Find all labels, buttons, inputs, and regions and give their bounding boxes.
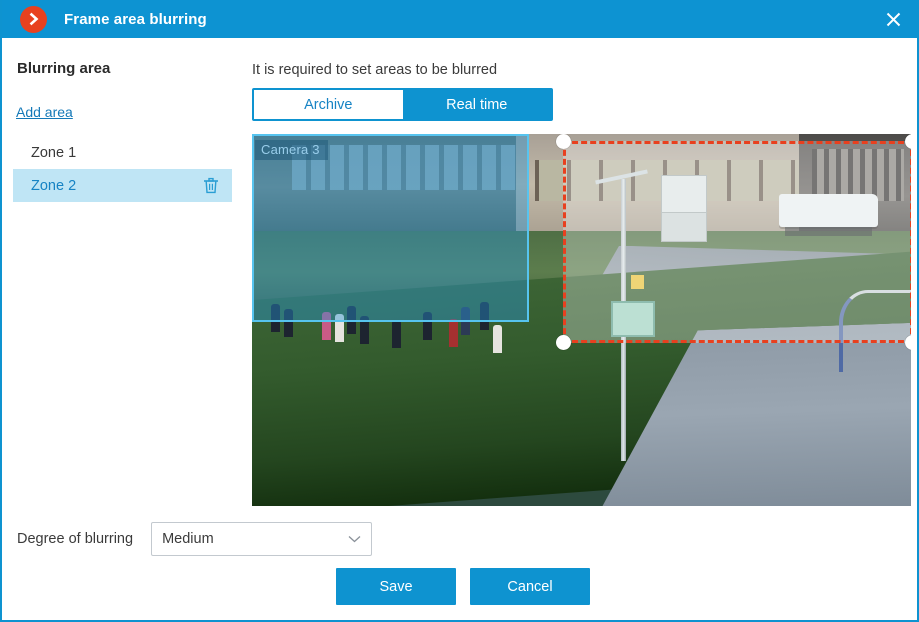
tab-archive[interactable]: Archive xyxy=(254,90,403,119)
degree-of-blurring-label: Degree of blurring xyxy=(17,531,134,547)
frame-area-blurring-dialog: Frame area blurring Blurring area Add ar… xyxy=(0,0,919,622)
zone-item-label: Zone 2 xyxy=(31,177,77,194)
chevron-right-circle-icon xyxy=(20,5,47,33)
zone-list: Zone 1 Zone 2 xyxy=(13,136,232,202)
blur-region-zone-2[interactable] xyxy=(556,134,911,350)
video-preview[interactable]: Camera 3 xyxy=(252,134,911,506)
window-title: Frame area blurring xyxy=(64,10,207,28)
add-area-link[interactable]: Add area xyxy=(16,104,73,120)
sidebar: Blurring area Add area Zone 1 Zone 2 Deg… xyxy=(2,38,373,620)
sidebar-heading: Blurring area xyxy=(17,60,111,77)
trash-icon[interactable] xyxy=(202,177,220,195)
zone-list-item-zone-2[interactable]: Zone 2 xyxy=(13,169,232,202)
resize-handle-top-left[interactable] xyxy=(556,134,571,149)
degree-selected-value: Medium xyxy=(162,531,214,547)
zone-item-label: Zone 1 xyxy=(31,144,77,161)
resize-handle-bottom-left[interactable] xyxy=(556,335,571,350)
title-bar: Frame area blurring xyxy=(2,0,917,38)
tab-real-time[interactable]: Real time xyxy=(402,90,551,119)
instruction-text: It is required to set areas to be blurre… xyxy=(252,62,498,78)
resize-handle-top-right[interactable] xyxy=(905,134,911,149)
source-mode-toggle: Archive Real time xyxy=(252,88,553,121)
blur-region-zone-1[interactable] xyxy=(252,134,529,322)
close-icon xyxy=(886,12,900,26)
dialog-actions: Save Cancel xyxy=(336,568,590,605)
cancel-button[interactable]: Cancel xyxy=(470,568,590,605)
close-button[interactable] xyxy=(865,0,917,38)
main-panel: It is required to set areas to be blurre… xyxy=(242,38,917,620)
zone-list-item-zone-1[interactable]: Zone 1 xyxy=(13,136,232,169)
save-button[interactable]: Save xyxy=(336,568,456,605)
